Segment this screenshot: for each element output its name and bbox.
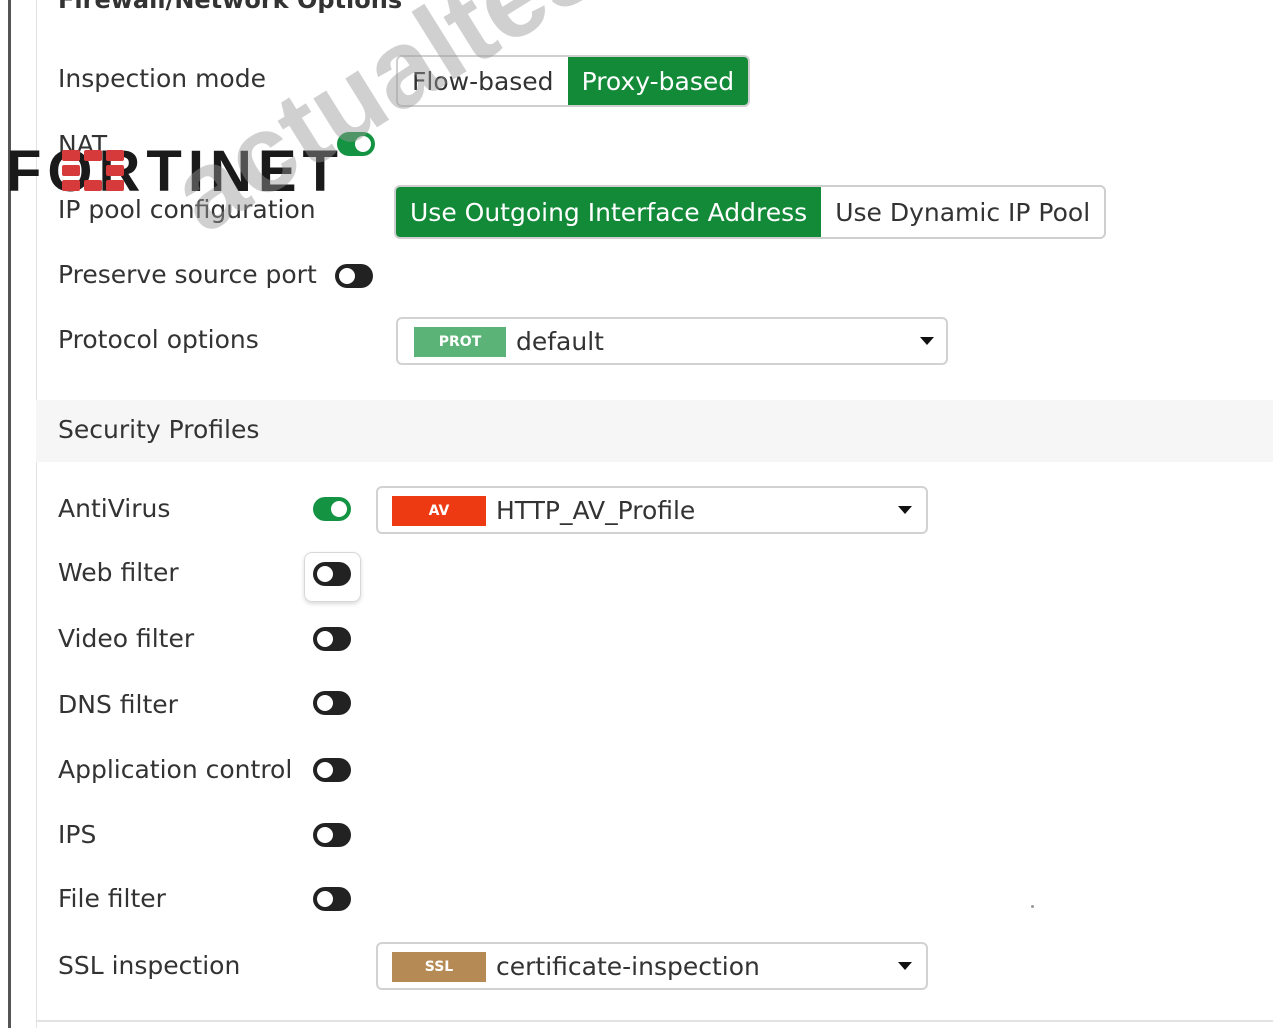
inspection-mode-label: Inspection mode <box>58 64 266 93</box>
protocol-options-select[interactable]: PROT default <box>396 317 948 365</box>
inspection-mode-segmented[interactable]: Flow-based Proxy-based <box>396 55 751 107</box>
protocol-options-label: Protocol options <box>58 325 259 354</box>
stray-dot <box>1031 905 1034 908</box>
av-badge: AV <box>392 496 486 526</box>
dns-filter-label: DNS filter <box>58 690 178 719</box>
fortinet-logo-mark <box>62 150 128 192</box>
application-control-label: Application control <box>58 755 293 784</box>
ip-pool-use-outgoing-interface[interactable]: Use Outgoing Interface Address <box>396 187 822 237</box>
file-filter-label: File filter <box>58 884 166 913</box>
ssl-badge: SSL <box>392 952 486 982</box>
application-control-toggle[interactable] <box>313 758 351 782</box>
prot-badge: PROT <box>414 327 506 357</box>
caret-down-icon <box>898 506 912 514</box>
web-filter-label: Web filter <box>58 558 179 587</box>
inspection-mode-proxy-based[interactable]: Proxy-based <box>567 57 749 105</box>
antivirus-profile-value: HTTP_AV_Profile <box>496 496 696 525</box>
ssl-inspection-label: SSL inspection <box>58 951 241 980</box>
video-filter-label: Video filter <box>58 624 195 653</box>
ip-pool-segmented[interactable]: Use Outgoing Interface Address Use Dynam… <box>394 185 1107 239</box>
ips-toggle[interactable] <box>313 823 351 847</box>
antivirus-label: AntiVirus <box>58 494 171 523</box>
inspection-mode-flow-based[interactable]: Flow-based <box>398 57 568 105</box>
fortinet-logo: FORTINET <box>6 139 344 204</box>
antivirus-profile-select[interactable]: AV HTTP_AV_Profile <box>376 486 928 534</box>
ips-label: IPS <box>58 820 97 849</box>
dns-filter-toggle[interactable] <box>313 691 351 715</box>
file-filter-toggle[interactable] <box>313 887 351 911</box>
panel-bottom-border <box>36 1020 1273 1022</box>
caret-down-icon <box>898 962 912 970</box>
ssl-inspection-value: certificate-inspection <box>496 952 760 981</box>
protocol-options-value: default <box>516 327 604 356</box>
ip-pool-use-dynamic-ip-pool[interactable]: Use Dynamic IP Pool <box>821 187 1104 237</box>
antivirus-toggle[interactable] <box>313 497 351 521</box>
section-header-firewall-network: Firewall/Network Options <box>58 0 403 14</box>
caret-down-icon <box>920 337 934 345</box>
security-profiles-title: Security Profiles <box>58 415 260 444</box>
preserve-source-port-toggle[interactable] <box>335 264 373 288</box>
video-filter-toggle[interactable] <box>313 627 351 651</box>
preserve-source-port-label: Preserve source port <box>58 260 317 289</box>
web-filter-toggle[interactable] <box>313 562 351 586</box>
ssl-inspection-select[interactable]: SSL certificate-inspection <box>376 942 928 990</box>
